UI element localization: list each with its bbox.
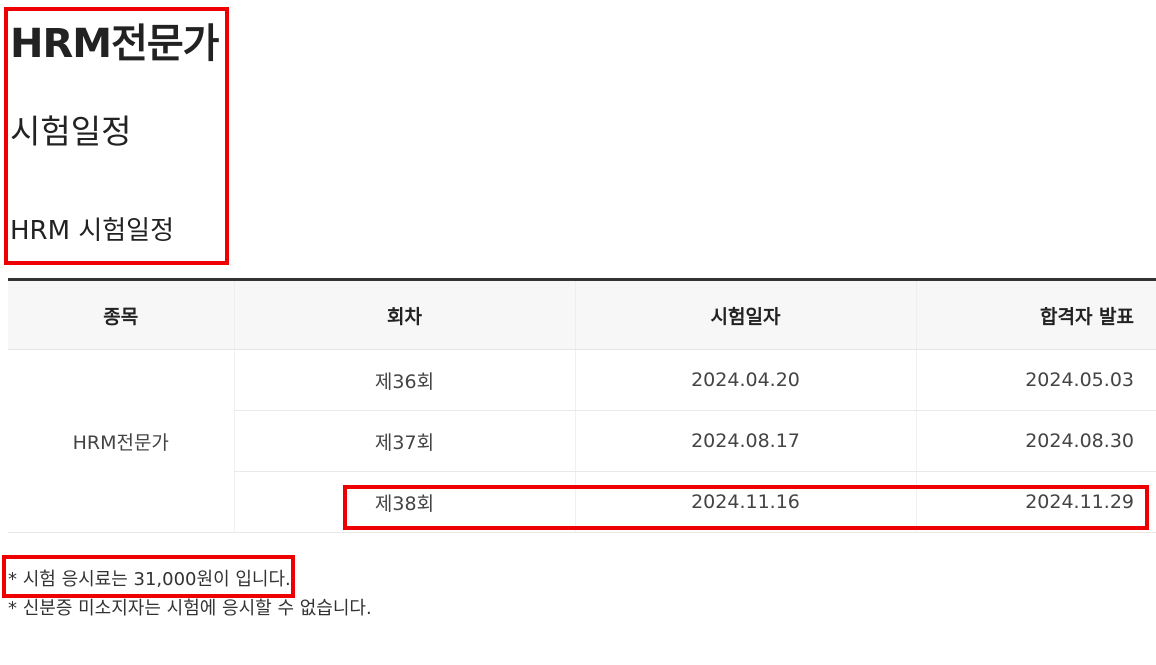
kind-cell: HRM전문가: [8, 349, 234, 533]
page-title: HRM전문가: [10, 21, 219, 67]
section-title: HRM 시험일정: [10, 216, 174, 246]
exam-date-cell: 2024.11.16: [574, 471, 916, 533]
exam-date-cell: 2024.04.20: [574, 349, 916, 411]
result-date-cell: 2024.11.29: [915, 471, 1156, 533]
result-date-cell: 2024.08.30: [915, 410, 1156, 472]
notes: * 시험 응시료는 31,000원이 입니다. * 신분증 미소지자는 시험에 …: [8, 565, 372, 623]
note-id-required: * 신분증 미소지자는 시험에 응시할 수 없습니다.: [8, 598, 372, 619]
round-cell: 제36회: [233, 349, 575, 411]
header-kind: 종목: [8, 279, 234, 350]
table-row: HRM전문가 제36회 2024.04.20 2024.05.03: [8, 349, 1156, 533]
result-date-cell: 2024.05.03: [915, 349, 1156, 411]
note-fee: * 시험 응시료는 31,000원이 입니다.: [8, 569, 291, 590]
header-result-date: 합격자 발표: [915, 279, 1156, 350]
table-header-row: 종목 회차 시험일자 합격자 발표: [8, 279, 1156, 350]
round-cell: 제37회: [233, 410, 575, 472]
exam-date-cell: 2024.08.17: [574, 410, 916, 472]
header-round: 회차: [233, 279, 575, 350]
header-exam-date: 시험일자: [574, 279, 916, 350]
page-subtitle: 시험일정: [10, 112, 132, 151]
round-cell: 제38회: [233, 471, 575, 533]
exam-schedule-table: 종목 회차 시험일자 합격자 발표 HRM전문가 제36회 2024.04.20…: [8, 278, 1156, 533]
